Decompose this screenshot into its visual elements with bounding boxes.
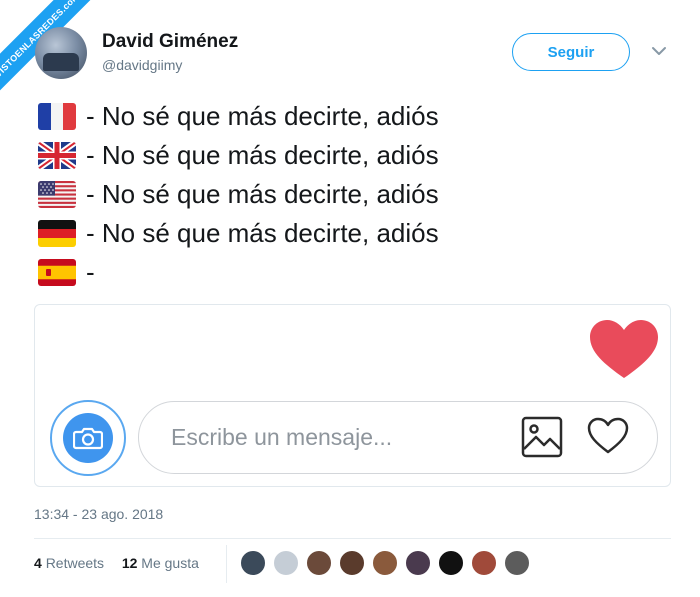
display-name[interactable]: David Giménez xyxy=(102,31,238,53)
tweet-line: - No sé que más decirte, adiós xyxy=(38,177,439,211)
tweet-text: - No sé que más decirte, adiós xyxy=(86,139,439,170)
likes-label[interactable]: Me gusta xyxy=(141,555,199,571)
tweet-text: - No sé que más decirte, adiós xyxy=(86,100,439,131)
tweet-line: - No sé que más decirte, adiós xyxy=(38,138,439,172)
flag-france-icon xyxy=(38,102,76,130)
liker-avatar[interactable] xyxy=(240,550,266,576)
camera-button[interactable] xyxy=(50,400,126,476)
message-input[interactable]: Escribe un mensaje... xyxy=(138,401,658,474)
tweet-stats: 4 Retweets 12 Me gusta xyxy=(34,555,199,571)
tweet-text: - xyxy=(86,256,95,287)
flag-spain-icon xyxy=(38,258,76,286)
heart-outline-icon[interactable] xyxy=(587,417,629,455)
liker-avatar[interactable] xyxy=(405,550,431,576)
message-placeholder: Escribe un mensaje... xyxy=(171,424,393,450)
tweet-line: - xyxy=(38,255,95,289)
user-handle[interactable]: @davidgiimy xyxy=(102,57,182,73)
flag-germany-icon xyxy=(38,219,76,247)
camera-icon xyxy=(63,413,113,463)
divider xyxy=(34,538,671,539)
liker-avatar[interactable] xyxy=(504,550,530,576)
liker-avatar[interactable] xyxy=(273,550,299,576)
retweets-count[interactable]: 4 xyxy=(34,555,42,571)
liker-avatar[interactable] xyxy=(306,550,332,576)
liker-avatar[interactable] xyxy=(438,550,464,576)
follow-button[interactable]: Seguir xyxy=(512,33,630,71)
image-icon[interactable] xyxy=(521,416,563,458)
media-card[interactable]: Escribe un mensaje... xyxy=(34,304,671,487)
heart-filled-icon xyxy=(590,320,658,378)
likers-avatars xyxy=(240,550,537,576)
liker-avatar[interactable] xyxy=(372,550,398,576)
liker-avatar[interactable] xyxy=(339,550,365,576)
tweet-line: - No sé que más decirte, adiós xyxy=(38,99,439,133)
retweets-label[interactable]: Retweets xyxy=(46,555,104,571)
tweet-text: - No sé que más decirte, adiós xyxy=(86,178,439,209)
stats-divider xyxy=(226,545,227,583)
avatar[interactable] xyxy=(35,27,87,79)
chevron-down-icon[interactable] xyxy=(650,44,668,58)
flag-uk-icon xyxy=(38,141,76,169)
likes-count[interactable]: 12 xyxy=(122,555,138,571)
tweet-text: - No sé que más decirte, adiós xyxy=(86,217,439,248)
liker-avatar[interactable] xyxy=(471,550,497,576)
tweet-line: - No sé que más decirte, adiós xyxy=(38,216,439,250)
flag-usa-icon xyxy=(38,180,76,208)
tweet-timestamp[interactable]: 13:34 - 23 ago. 2018 xyxy=(34,506,163,522)
